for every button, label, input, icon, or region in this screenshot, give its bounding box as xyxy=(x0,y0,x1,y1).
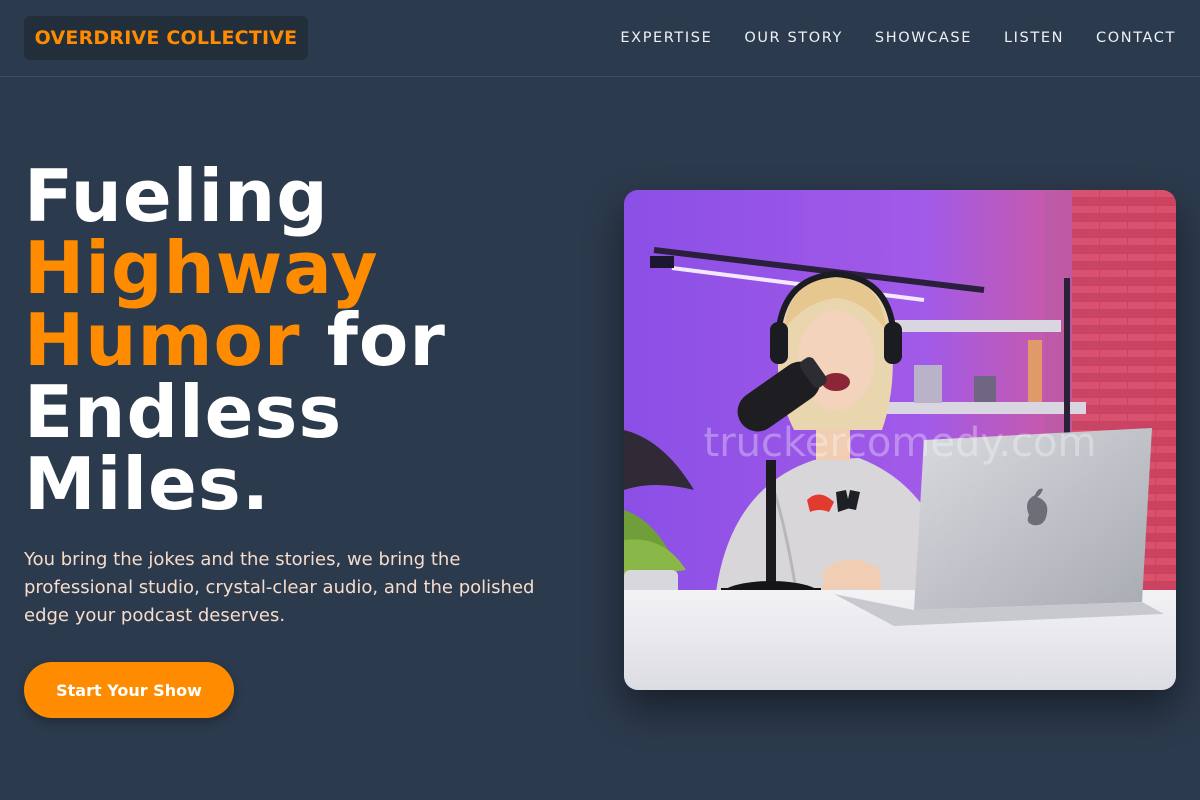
nav-link-our-story[interactable]: OUR STORY xyxy=(744,28,843,48)
nav-link-expertise[interactable]: EXPERTISE xyxy=(620,28,712,48)
headline-line-4: Endless xyxy=(24,370,343,454)
headline-line-5: Miles. xyxy=(24,442,271,526)
hero-description: You bring the jokes and the stories, we … xyxy=(24,549,535,626)
headline-line-3: Humor for xyxy=(24,304,584,376)
watermark: truckercomedy.com xyxy=(704,420,1097,466)
brand-logo[interactable]: OVERDRIVE COLLECTIVE xyxy=(24,16,308,60)
main-nav: EXPERTISE OUR STORY SHOWCASE LISTEN CONT… xyxy=(620,28,1176,48)
nav-link-contact[interactable]: CONTACT xyxy=(1096,28,1176,48)
podcast-studio-illustration: truckercomedy.com xyxy=(624,190,1176,690)
headline-line-1: Fueling xyxy=(24,154,329,238)
start-your-show-button[interactable]: Start Your Show xyxy=(24,662,234,718)
nav-link-listen[interactable]: LISTEN xyxy=(1004,28,1064,48)
site-header: OVERDRIVE COLLECTIVE EXPERTISE OUR STORY… xyxy=(0,0,1200,77)
hero-image: truckercomedy.com xyxy=(624,190,1176,690)
hero-headline: Fueling Highway Humor for Endless Miles. xyxy=(24,160,584,520)
nav-link-showcase[interactable]: SHOWCASE xyxy=(875,28,972,48)
headline-line-2: Highway xyxy=(24,226,379,310)
